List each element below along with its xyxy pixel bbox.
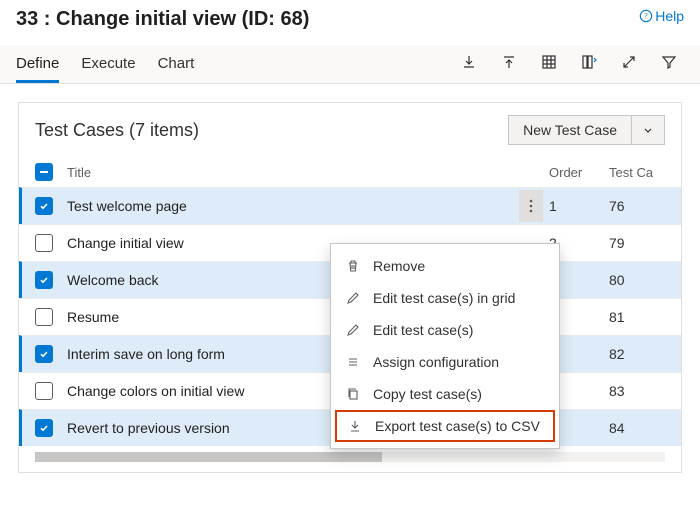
menu-label: Edit test case(s): [373, 322, 473, 338]
row-order: 1: [549, 198, 609, 214]
row-checkbox[interactable]: [35, 197, 53, 215]
row-checkbox[interactable]: [35, 345, 53, 363]
menu-label: Export test case(s) to CSV: [375, 418, 540, 434]
grid-icon[interactable]: [534, 47, 564, 77]
grid-header: Title Order Test Ca: [19, 157, 681, 187]
svg-text:?: ?: [644, 12, 648, 21]
list-icon: [345, 355, 361, 369]
column-header-testcase[interactable]: Test Ca: [609, 165, 665, 180]
tab-bar: Define Execute Chart: [0, 45, 700, 84]
row-checkbox[interactable]: [35, 308, 53, 326]
copy-icon: [345, 387, 361, 401]
menu-edit-grid[interactable]: Edit test case(s) in grid: [331, 282, 559, 314]
row-testcase-id: 80: [609, 272, 665, 288]
tab-define[interactable]: Define: [16, 45, 59, 83]
menu-label: Copy test case(s): [373, 386, 482, 402]
row-checkbox[interactable]: [35, 419, 53, 437]
menu-label: Remove: [373, 258, 425, 274]
row-testcase-id: 82: [609, 346, 665, 362]
panel-title: Test Cases (7 items): [35, 120, 199, 141]
page-title: 33 : Change initial view (ID: 68): [16, 8, 309, 31]
context-menu: Remove Edit test case(s) in grid Edit te…: [330, 243, 560, 449]
menu-label: Edit test case(s) in grid: [373, 290, 515, 306]
row-testcase-id: 76: [609, 198, 665, 214]
horizontal-scrollbar[interactable]: [35, 452, 665, 462]
pencil-icon: [345, 323, 361, 337]
column-header-order[interactable]: Order: [549, 165, 609, 180]
pencil-icon: [345, 291, 361, 305]
row-testcase-id: 81: [609, 309, 665, 325]
download-icon: [347, 419, 363, 433]
help-icon: ?: [639, 9, 653, 23]
row-checkbox[interactable]: [35, 271, 53, 289]
row-testcase-id: 83: [609, 383, 665, 399]
row-testcase-id: 84: [609, 420, 665, 436]
select-all-checkbox[interactable]: [35, 163, 53, 181]
row-actions-button[interactable]: [519, 190, 543, 222]
help-label: Help: [655, 8, 684, 24]
expand-icon[interactable]: [614, 47, 644, 77]
row-testcase-id: 79: [609, 235, 665, 251]
new-test-case-button[interactable]: New Test Case: [508, 115, 632, 145]
new-test-case-dropdown[interactable]: [632, 115, 665, 145]
menu-remove[interactable]: Remove: [331, 250, 559, 282]
menu-edit[interactable]: Edit test case(s): [331, 314, 559, 346]
menu-export-csv[interactable]: Export test case(s) to CSV: [335, 410, 555, 442]
row-checkbox[interactable]: [35, 382, 53, 400]
column-header-title[interactable]: Title: [65, 165, 549, 180]
menu-copy[interactable]: Copy test case(s): [331, 378, 559, 410]
chevron-down-icon: [642, 124, 654, 136]
filter-icon[interactable]: [654, 47, 684, 77]
table-row[interactable]: Test welcome page 176: [19, 187, 681, 224]
row-title: Test welcome page: [65, 198, 519, 214]
upload-icon[interactable]: [494, 47, 524, 77]
tab-execute[interactable]: Execute: [81, 45, 135, 83]
scrollbar-thumb[interactable]: [35, 452, 382, 462]
download-icon[interactable]: [454, 47, 484, 77]
row-checkbox[interactable]: [35, 234, 53, 252]
columns-icon[interactable]: [574, 47, 604, 77]
menu-label: Assign configuration: [373, 354, 499, 370]
menu-assign[interactable]: Assign configuration: [331, 346, 559, 378]
trash-icon: [345, 259, 361, 273]
help-link[interactable]: ? Help: [639, 8, 684, 24]
tab-chart[interactable]: Chart: [158, 45, 195, 83]
